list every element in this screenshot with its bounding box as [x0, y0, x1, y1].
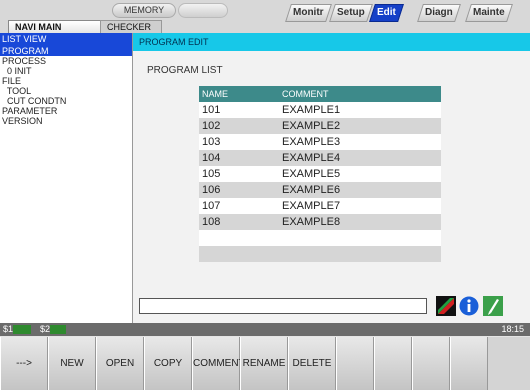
table-row[interactable]: 103 EXAMPLE3: [199, 134, 441, 150]
tree-item-parameter[interactable]: PARAMETER: [0, 106, 132, 116]
tree-item-cut-condtn[interactable]: CUT CONDTN: [0, 96, 132, 106]
program-edit-panel: PROGRAM EDIT PROGRAM LIST NAME COMMENT 1…: [133, 33, 530, 323]
table-row[interactable]: 106 EXAMPLE6: [199, 182, 441, 198]
table-row[interactable]: 104 EXAMPLE4: [199, 150, 441, 166]
status-bar: $1 $2 18:15: [0, 323, 530, 336]
cutting-tool-icon[interactable]: [436, 296, 456, 316]
column-header-name: NAME: [202, 89, 229, 99]
softkey-blank-3[interactable]: [412, 337, 450, 390]
mode-tab-label: Diagn: [425, 7, 453, 18]
softkey-comment[interactable]: COMMENT: [192, 337, 245, 390]
cell-name: 105: [202, 168, 221, 180]
table-row-empty[interactable]: [199, 246, 441, 262]
panel-title: PROGRAM EDIT: [133, 33, 530, 51]
mode-tab-setup[interactable]: Setup: [329, 4, 373, 22]
cell-comment: EXAMPLE3: [282, 136, 341, 148]
softkey-blank-4[interactable]: [450, 337, 488, 390]
top-bar: MEMORY Monitr Setup Edit Diagn Mainte NA…: [0, 0, 530, 34]
cell-comment: EXAMPLE8: [282, 216, 341, 228]
cell-name: [199, 246, 282, 262]
softkey-copy[interactable]: COPY: [144, 337, 192, 390]
cell-name: 101: [202, 104, 221, 116]
cell-name: [199, 230, 282, 246]
mode-tab-label: Mainte: [473, 7, 505, 18]
table-row-empty[interactable]: [199, 230, 441, 246]
cell-comment: EXAMPLE5: [282, 168, 341, 180]
system-2-indicator: [50, 325, 66, 334]
table-row[interactable]: 108 EXAMPLE8: [199, 214, 441, 230]
mode-tab-label: Edit: [377, 7, 396, 18]
cell-comment: [282, 230, 441, 246]
mode-tab-monitor[interactable]: Monitr: [285, 4, 332, 22]
cell-comment: EXAMPLE6: [282, 184, 341, 196]
cell-name: 103: [202, 136, 221, 148]
cell-name: 104: [202, 152, 221, 164]
tree-item-tool[interactable]: TOOL: [0, 86, 132, 96]
edit-pencil-icon[interactable]: [483, 296, 503, 316]
tab-checker[interactable]: CHECKER: [100, 20, 162, 34]
column-header-comment: COMMENT: [282, 89, 329, 99]
memory-indicator-tail: [178, 3, 228, 18]
cell-name: 108: [202, 216, 221, 228]
cell-name: 102: [202, 120, 221, 132]
cell-comment: EXAMPLE4: [282, 152, 341, 164]
table-row[interactable]: 101 EXAMPLE1: [199, 102, 441, 118]
tree-item-process[interactable]: PROCESS: [0, 56, 132, 66]
softkey-delete[interactable]: DELETE: [288, 337, 336, 390]
softkey-next[interactable]: --->: [0, 337, 48, 390]
cell-comment: EXAMPLE7: [282, 200, 341, 212]
softkey-open[interactable]: OPEN: [96, 337, 144, 390]
mode-tab-label: Setup: [337, 7, 365, 18]
tree-item-init[interactable]: 0 INIT: [0, 66, 132, 76]
cell-comment: EXAMPLE1: [282, 104, 341, 116]
cell-name: 107: [202, 200, 221, 212]
navigation-tree: LIST VIEW PROGRAM PROCESS 0 INIT FILE TO…: [0, 33, 133, 323]
softkey-blank-1[interactable]: [336, 337, 374, 390]
mode-tab-diagn[interactable]: Diagn: [417, 4, 461, 22]
tree-header: LIST VIEW: [0, 33, 132, 46]
tree-item-program[interactable]: PROGRAM: [0, 46, 132, 56]
softkey-new[interactable]: NEW: [48, 337, 96, 390]
command-input[interactable]: [139, 298, 427, 314]
program-list-title: PROGRAM LIST: [147, 65, 223, 76]
memory-indicator: MEMORY: [112, 3, 176, 18]
program-table: NAME COMMENT 101 EXAMPLE1 102 EXAMPLE2 103…: [199, 86, 441, 262]
cnc-screen: MEMORY Monitr Setup Edit Diagn Mainte NA…: [0, 0, 530, 390]
softkey-rename[interactable]: RENAME: [240, 337, 288, 390]
system-1-indicator: [13, 325, 31, 334]
table-row[interactable]: 105 EXAMPLE5: [199, 166, 441, 182]
mode-tab-edit[interactable]: Edit: [369, 4, 404, 22]
cell-comment: [282, 246, 441, 262]
system-2-label: $2: [40, 324, 51, 334]
mode-tab-mainte[interactable]: Mainte: [465, 4, 513, 22]
table-row[interactable]: 102 EXAMPLE2: [199, 118, 441, 134]
tree-item-file[interactable]: FILE: [0, 76, 132, 86]
table-header-row: NAME COMMENT: [199, 86, 441, 102]
tab-navi-main[interactable]: NAVI MAIN: [8, 20, 112, 34]
tree-item-version[interactable]: VERSION: [0, 116, 132, 126]
softkey-bar: ---> NEW OPEN COPY COMMENT RENAME DELETE: [0, 337, 530, 390]
table-row[interactable]: 107 EXAMPLE7: [199, 198, 441, 214]
softkey-blank-2[interactable]: [374, 337, 412, 390]
system-1-label: $1: [3, 324, 14, 334]
info-icon[interactable]: [459, 296, 479, 316]
cell-comment: EXAMPLE2: [282, 120, 341, 132]
mode-tab-label: Monitr: [293, 7, 324, 18]
cell-name: 106: [202, 184, 221, 196]
clock: 18:15: [501, 324, 524, 334]
